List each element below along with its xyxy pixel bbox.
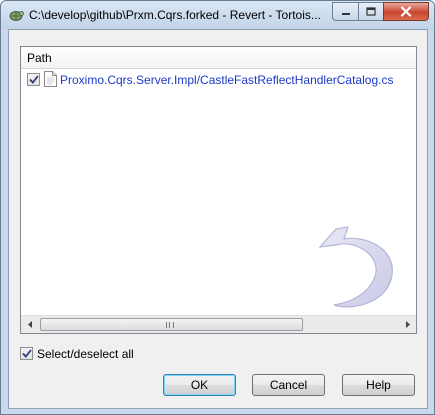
scrollbar-thumb[interactable] [40, 318, 303, 331]
list-item[interactable]: Proximo.Cqrs.Server.Impl/CastleFastRefle… [25, 71, 410, 88]
file-list[interactable]: Path Proximo.Cqrs.Server.Impl/CastleFast… [20, 46, 417, 334]
horizontal-scrollbar[interactable] [21, 315, 416, 333]
close-icon [400, 6, 412, 17]
select-all-checkbox[interactable] [20, 347, 33, 360]
scroll-right-button[interactable] [399, 316, 416, 333]
select-all-control[interactable]: Select/deselect all [20, 346, 170, 362]
close-button[interactable] [383, 2, 429, 21]
maximize-icon [366, 7, 376, 16]
minimize-icon [341, 12, 350, 15]
help-button[interactable]: Help [342, 374, 415, 396]
tortoisesvn-app-icon [9, 11, 24, 21]
window-title: C:\develop\github\Prxm.Cqrs.forked - Rev… [29, 8, 321, 22]
file-icon [44, 71, 57, 87]
checkmark-icon [21, 349, 32, 358]
revert-arrow-icon [318, 226, 393, 308]
column-header-path[interactable]: Path [27, 51, 52, 65]
file-path-link[interactable]: Proximo.Cqrs.Server.Impl/CastleFastRefle… [60, 73, 393, 87]
ok-button[interactable]: OK [163, 374, 236, 396]
chevron-right-icon [405, 321, 410, 328]
scroll-grip-icon [166, 322, 174, 328]
select-all-label[interactable]: Select/deselect all [37, 347, 134, 361]
minimize-button[interactable] [332, 2, 358, 21]
maximize-button[interactable] [358, 2, 383, 21]
dialog-client-area: Path Proximo.Cqrs.Server.Impl/CastleFast… [8, 29, 428, 409]
chevron-left-icon [27, 321, 32, 328]
revert-dialog-window: C:\develop\github\Prxm.Cqrs.forked - Rev… [0, 0, 435, 415]
title-bar[interactable]: C:\develop\github\Prxm.Cqrs.forked - Rev… [1, 1, 434, 29]
list-header[interactable]: Path [21, 47, 416, 69]
scroll-left-button[interactable] [21, 316, 38, 333]
checkmark-icon [28, 75, 39, 84]
cancel-button[interactable]: Cancel [252, 374, 325, 396]
row-checkbox[interactable] [27, 73, 40, 86]
